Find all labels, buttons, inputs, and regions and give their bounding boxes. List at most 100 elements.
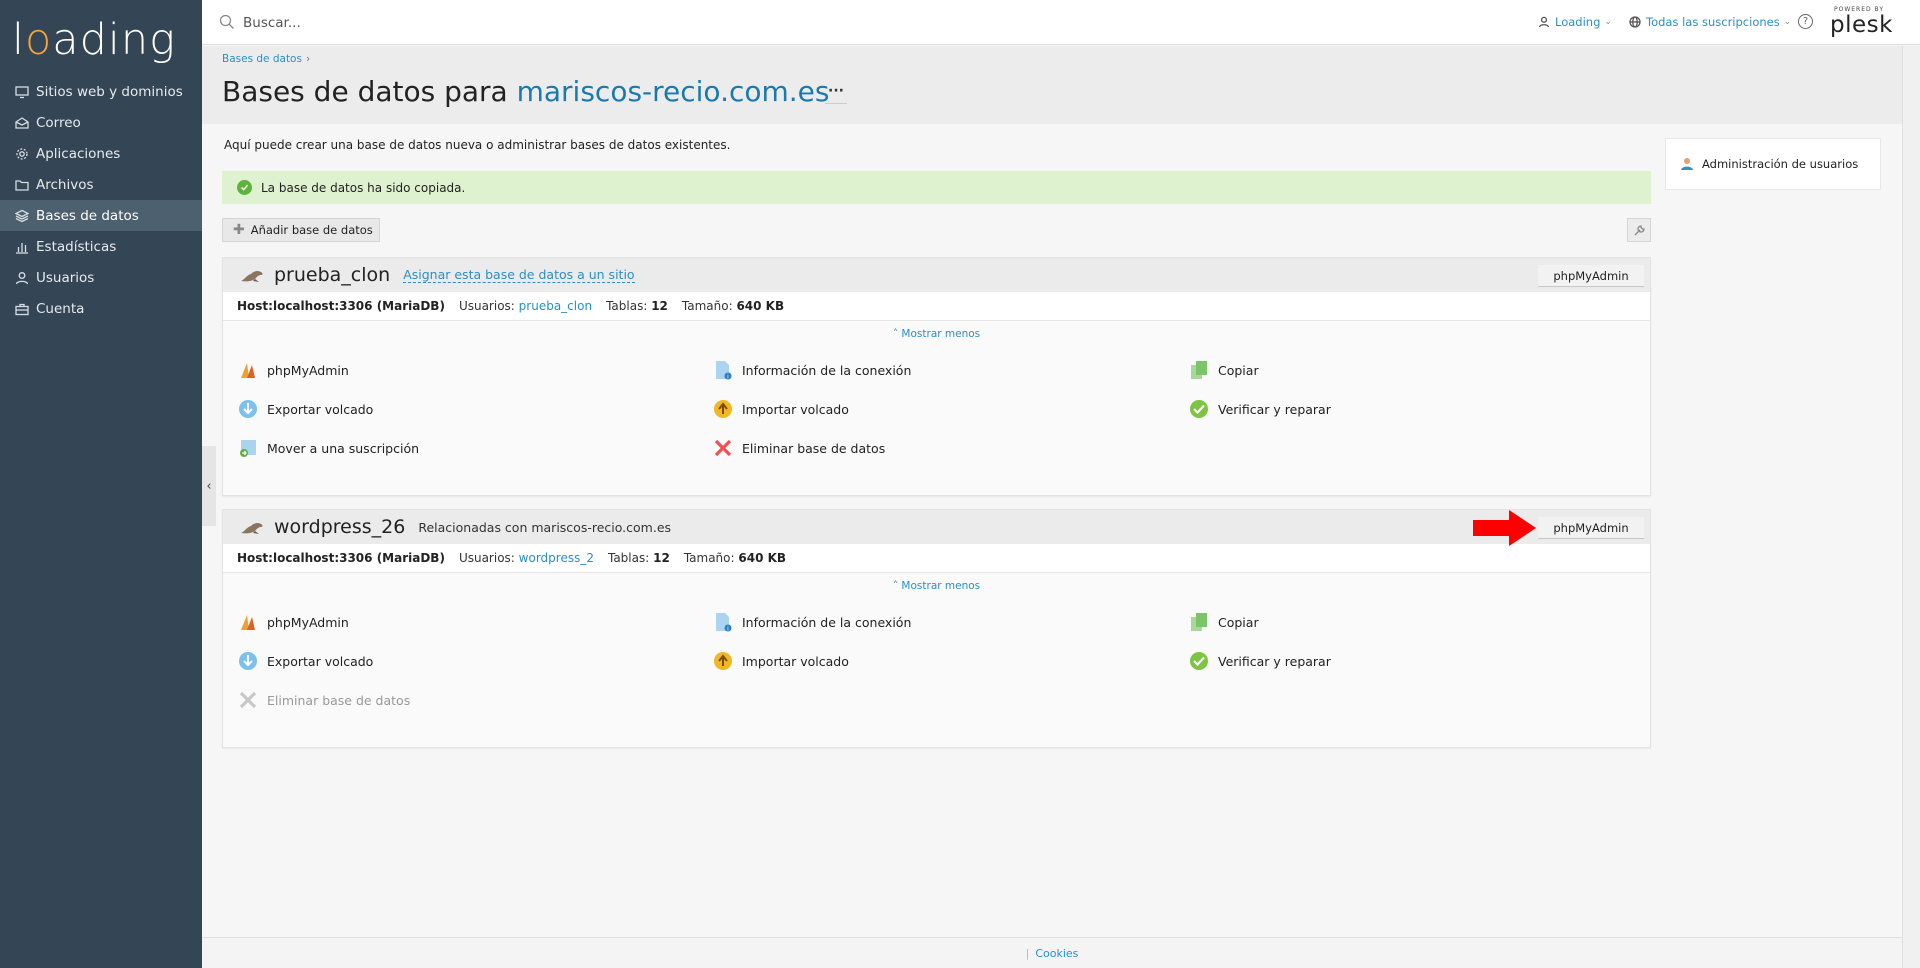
action-import[interactable]: Importar volcado <box>712 650 849 672</box>
database-card-header: wordpress_26 Relacionadas con mariscos-r… <box>223 510 1650 544</box>
action-phpmyadmin[interactable]: phpMyAdmin <box>237 359 349 381</box>
monitor-icon <box>13 83 31 101</box>
users-link[interactable]: wordpress_2 <box>519 551 594 565</box>
sidebar-item-mail[interactable]: Correo <box>0 107 202 138</box>
user-administration-link[interactable]: Administración de usuarios <box>1665 138 1881 190</box>
gear-icon <box>13 145 31 163</box>
action-label: Exportar volcado <box>267 401 374 417</box>
size-value: 640 KB <box>736 299 785 313</box>
database-card-header: prueba_clon Asignar esta base de datos a… <box>223 258 1650 292</box>
database-name: prueba_clon <box>274 264 391 286</box>
users-link[interactable]: prueba_clon <box>519 299 592 313</box>
alert-message: La base de datos ha sido copiada. <box>261 180 466 195</box>
page-title-domain[interactable]: mariscos-recio.com.es <box>517 75 830 108</box>
more-options-button[interactable]: ··· <box>825 84 847 104</box>
folder-icon <box>13 176 31 194</box>
phpmyadmin-button[interactable]: phpMyAdmin <box>1538 265 1644 287</box>
action-label: Información de la conexión <box>742 614 912 630</box>
upload-icon <box>712 650 734 672</box>
sidebar-item-users[interactable]: Usuarios <box>0 262 202 293</box>
user-menu[interactable]: Loading ⌄ <box>1538 15 1612 29</box>
database-card-wordpress-26: wordpress_26 Relacionadas con mariscos-r… <box>222 509 1651 748</box>
phpmyadmin-icon <box>237 359 259 381</box>
sidebar-item-label: Sitios web y dominios <box>36 83 183 100</box>
sidebar-item-databases[interactable]: Bases de datos <box>0 200 202 231</box>
help-icon[interactable]: ? <box>1798 14 1813 29</box>
sidebar-item-files[interactable]: Archivos <box>0 169 202 200</box>
sidebar-item-applications[interactable]: Aplicaciones <box>0 138 202 169</box>
move-icon <box>237 437 259 459</box>
tools-button[interactable] <box>1627 218 1651 242</box>
logo-text-end: ading <box>52 15 176 65</box>
tables-label: Tablas: <box>606 299 648 313</box>
info-document-icon: i <box>712 611 734 633</box>
action-export[interactable]: Exportar volcado <box>237 650 373 672</box>
chevron-left-icon: ‹ <box>206 478 212 494</box>
assign-site-link[interactable]: Asignar esta base de datos a un sitio <box>403 267 635 283</box>
search-input[interactable] <box>243 12 643 34</box>
sidebar-item-statistics[interactable]: Estadísticas <box>0 231 202 262</box>
database-actions: phpMyAdmin i Información de la conexión … <box>223 347 1650 477</box>
action-copy[interactable]: Copiar <box>1188 611 1259 633</box>
logo-text-o: o <box>24 15 53 65</box>
action-connection-info[interactable]: i Información de la conexión <box>712 611 911 633</box>
database-name: wordpress_26 <box>274 516 406 538</box>
sidebar-item-label: Usuarios <box>36 269 95 286</box>
copy-icon <box>1188 611 1210 633</box>
upload-icon <box>712 398 734 420</box>
sidebar-item-websites[interactable]: Sitios web y dominios <box>0 76 202 107</box>
action-label: Exportar volcado <box>267 653 374 669</box>
database-host: Host:localhost:3306 (MariaDB) <box>237 551 445 565</box>
sidebar-item-label: Bases de datos <box>36 207 139 224</box>
action-label: Verificar y reparar <box>1218 653 1331 669</box>
scrollbar[interactable] <box>1902 46 1920 968</box>
action-import[interactable]: Importar volcado <box>712 398 849 420</box>
action-delete-database: Eliminar base de datos <box>237 689 410 711</box>
seal-icon <box>241 522 263 534</box>
tables-value: 12 <box>651 299 668 313</box>
user-icon <box>1538 16 1550 28</box>
page-title-prefix: Bases de datos para <box>222 75 517 108</box>
download-icon <box>237 650 259 672</box>
action-verify-repair[interactable]: Verificar y reparar <box>1188 398 1331 420</box>
action-move-subscription[interactable]: Mover a una suscripción <box>237 437 419 459</box>
users-label: Usuarios: <box>458 299 515 313</box>
user-admin-icon <box>1681 158 1693 170</box>
action-label: Copiar <box>1218 614 1259 630</box>
cookies-link[interactable]: Cookies <box>1035 947 1078 960</box>
check-circle-icon <box>237 180 252 195</box>
sidebar: loading Sitios web y dominios Correo Apl… <box>0 0 202 968</box>
add-database-button[interactable]: ✚ Añadir base de datos <box>222 218 380 242</box>
action-export[interactable]: Exportar volcado <box>237 398 373 420</box>
breadcrumb: Bases de datos › <box>222 53 310 65</box>
download-icon <box>237 398 259 420</box>
sidebar-item-label: Correo <box>36 114 81 131</box>
database-card-prueba-clon: prueba_clon Asignar esta base de datos a… <box>222 257 1651 496</box>
phpmyadmin-icon <box>237 611 259 633</box>
page-title: Bases de datos para mariscos-recio.com.e… <box>222 75 830 108</box>
footer-divider: | <box>1025 947 1030 960</box>
sidebar-collapse-button[interactable]: ‹ <box>202 446 216 526</box>
subscriptions-menu[interactable]: Todas las suscripciones ⌄ <box>1629 15 1791 29</box>
action-delete-database[interactable]: Eliminar base de datos <box>712 437 885 459</box>
brand-logo[interactable]: loading <box>12 14 176 66</box>
briefcase-icon <box>13 300 31 318</box>
breadcrumb-link-databases[interactable]: Bases de datos <box>222 53 302 65</box>
action-label: Mover a una suscripción <box>267 440 420 456</box>
show-less-toggle[interactable]: ˄ Mostrar menos <box>223 573 1650 599</box>
action-verify-repair[interactable]: Verificar y reparar <box>1188 650 1331 672</box>
database-info-row: Host:localhost:3306 (MariaDB) Usuarios: … <box>223 292 1650 321</box>
seal-icon <box>241 270 263 282</box>
action-label: Eliminar base de datos <box>267 692 411 708</box>
delete-icon <box>237 689 259 711</box>
sidebar-item-label: Estadísticas <box>36 238 117 255</box>
phpmyadmin-button[interactable]: phpMyAdmin <box>1538 517 1644 539</box>
sidebar-item-account[interactable]: Cuenta <box>0 293 202 324</box>
action-label: Eliminar base de datos <box>742 440 886 456</box>
action-copy[interactable]: Copiar <box>1188 359 1259 381</box>
logo-text-start: l <box>12 15 25 65</box>
action-phpmyadmin[interactable]: phpMyAdmin <box>237 611 349 633</box>
action-connection-info[interactable]: i Información de la conexión <box>712 359 911 381</box>
show-less-toggle[interactable]: ˄ Mostrar menos <box>223 321 1650 347</box>
intro-text: Aquí puede crear una base de datos nueva… <box>224 138 731 152</box>
